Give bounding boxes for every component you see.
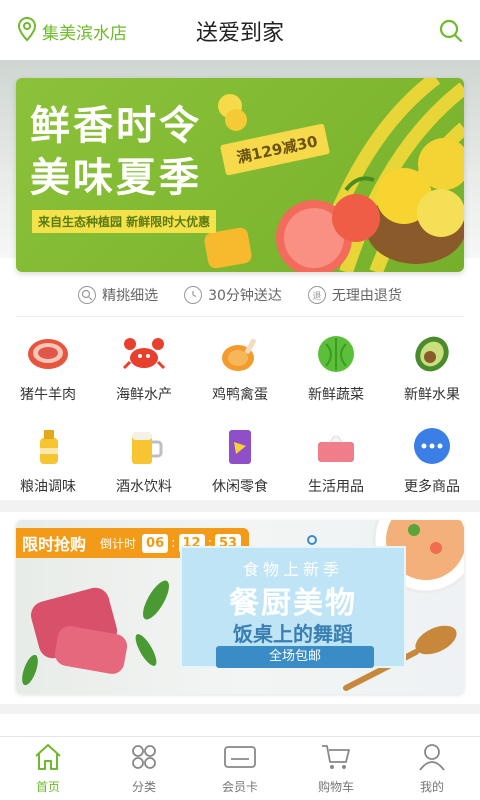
category-label: 更多商品 [404,479,460,495]
section-gap [0,500,480,512]
nav-cart[interactable]: 购物车 [288,737,384,800]
search-icon[interactable] [438,18,464,48]
banner-headline-1: 鲜香时令 [30,103,202,149]
promise-label: 精挑细选 [102,288,159,304]
nav-label: 会员卡 [221,780,258,794]
nav-label: 购物车 [317,780,354,794]
category-fruits[interactable]: 新鲜水果 [384,326,480,410]
oil-icon [26,424,70,468]
category-household[interactable]: 生活用品 [288,418,384,502]
category-label: 新鲜蔬菜 [308,387,364,403]
category-label: 休闲零食 [212,479,268,495]
service-promises: 精挑细选 30分钟送达 退 无理由退货 [0,282,480,308]
avocado-icon [410,332,454,376]
flash-sale-title: 限时抢购 [22,535,87,554]
app-header: 集美滨水店 送爱到家 [0,0,480,60]
chicken-icon [218,332,262,376]
nav-membership[interactable]: 会员卡 [192,737,288,800]
category-label: 生活用品 [308,479,364,495]
bottom-nav: 首页 分类 会员卡 购物车 我的 [0,736,480,800]
category-seafood[interactable]: 海鲜水产 [96,326,192,410]
category-label: 海鲜水产 [116,387,172,403]
flash-promo-card: 食物上新季 餐厨美物 饭桌上的舞蹈 全场包邮 [180,546,406,668]
page-title: 送爱到家 [195,21,284,46]
crab-icon [122,332,166,376]
category-snacks[interactable]: 休闲零食 [192,418,288,502]
snack-icon [218,424,262,468]
free-shipping-pill: 全场包邮 [216,646,374,668]
nav-profile[interactable]: 我的 [384,737,480,800]
category-label: 粮油调味 [20,479,76,495]
promo-banner[interactable]: 鲜香时令 美味夏季 满129减30 来自生态种植园 新鲜限时大优惠 [16,78,464,272]
flash-subtitle: 饭桌上的舞蹈 [233,622,353,646]
category-label: 新鲜水果 [404,387,460,403]
promise-item: 30分钟送达 [184,282,282,308]
beer-icon [122,424,166,468]
search-icon [78,286,97,304]
more-icon [410,424,454,468]
cart-icon [320,742,352,776]
category-grid: 猪牛羊肉 海鲜水产 鸡鸭禽蛋 新鲜蔬菜 新鲜水果 粮油调味 酒水饮料 休闲零食 … [0,326,480,502]
return-icon: 退 [307,286,326,304]
user-icon [417,742,447,776]
banner-headline-2: 美味夏季 [30,155,202,201]
promise-item: 退 无理由退货 [307,282,402,308]
category-vegetables[interactable]: 新鲜蔬菜 [288,326,384,410]
category-poultry[interactable]: 鸡鸭禽蛋 [192,326,288,410]
promise-label: 30分钟送达 [208,288,282,304]
countdown-hours: 06 [142,533,169,553]
clock-icon [184,286,203,304]
promise-item: 精挑细选 [78,282,158,308]
flash-main-title: 餐厨美物 [229,586,357,621]
card-icon [223,742,257,776]
banner-subtitle: 来自生态种植园 新鲜限时大优惠 [32,210,217,233]
cabbage-icon [314,332,358,376]
home-icon [33,742,63,776]
flash-kicker: 食物上新季 [242,560,343,579]
category-label: 鸡鸭禽蛋 [212,387,268,403]
nav-label: 分类 [131,780,156,794]
promise-label: 无理由退货 [331,288,402,304]
nav-label: 我的 [419,780,444,794]
category-more[interactable]: 更多商品 [384,418,480,502]
category-label: 酒水饮料 [116,479,172,495]
divider [16,316,464,317]
category-label: 猪牛羊肉 [20,387,76,403]
tissue-icon [314,424,358,468]
section-gap [0,704,480,714]
nav-home[interactable]: 首页 [0,737,96,800]
nav-category[interactable]: 分类 [96,737,192,800]
category-meat[interactable]: 猪牛羊肉 [0,326,96,410]
category-drinks[interactable]: 酒水饮料 [96,418,192,502]
category-grain-oil[interactable]: 粮油调味 [0,418,96,502]
nav-label: 首页 [35,780,60,794]
meat-icon [26,332,70,376]
grid-icon [129,742,159,776]
countdown-colon: : [171,535,176,551]
flash-sale-banner[interactable]: 限时抢购 倒计时 06 : 12 : 53 食物上新季 餐厨美物 饭桌上的舞蹈 … [16,520,464,694]
countdown-label: 倒计时 [100,536,137,551]
